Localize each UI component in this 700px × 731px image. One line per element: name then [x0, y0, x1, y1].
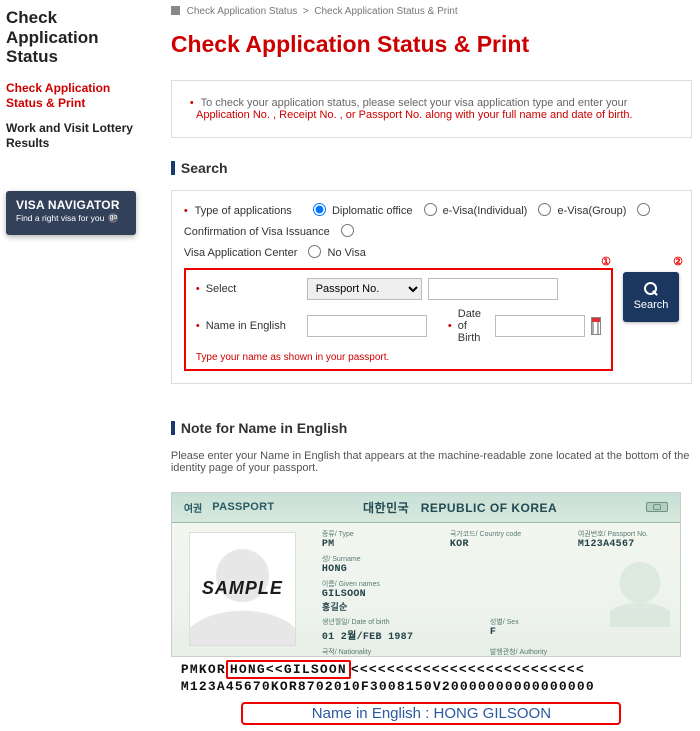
sidebar-link-lottery[interactable]: Work and Visit Lottery Results — [6, 121, 149, 151]
breadcrumb-a: Check Application Status — [187, 6, 298, 17]
type-of-app-label: Type of applications — [195, 205, 292, 217]
radio-confirmation[interactable] — [637, 203, 650, 216]
section-heading-note: Note for Name in English — [181, 420, 347, 436]
highlight-box-1: ① ② • Select Passport No. • Name in Engl… — [184, 268, 613, 371]
pp-kr-label: 여권 — [184, 500, 202, 515]
name-label: Name in English — [206, 320, 301, 332]
sidebar-link-status-print[interactable]: Check Application Status & Print — [6, 81, 149, 111]
promo-title: VISA NAVIGATOR — [16, 198, 126, 212]
sidebar-title: Check Application Status — [6, 8, 149, 67]
radio-vac[interactable] — [341, 224, 354, 237]
search-button-label: Search — [634, 299, 669, 311]
name-english-callout: Name in English : HONG GILSOON — [241, 702, 621, 725]
breadcrumb-b: Check Application Status & Print — [314, 6, 457, 17]
doc-number-input[interactable] — [428, 278, 558, 300]
chip-icon — [646, 502, 668, 512]
section-bar-icon — [171, 161, 175, 175]
name-english-input[interactable] — [307, 315, 427, 337]
calendar-icon[interactable] — [591, 317, 601, 335]
opt-confirm: Confirmation of Visa Issuance — [184, 226, 330, 238]
sample-watermark: SAMPLE — [202, 578, 283, 599]
passport-photo: SAMPLE — [190, 533, 295, 645]
select-doc-type[interactable]: Passport No. — [307, 278, 422, 300]
marker-1: ① — [601, 255, 611, 268]
mrz-lines: PMKORHONG<<GILSOON<<<<<<<<<<<<<<<<<<<<<<… — [171, 657, 681, 698]
marker-2: ② — [673, 255, 683, 268]
go-icon: go — [108, 213, 118, 223]
name-hint: Type your name as shown in your passport… — [196, 352, 601, 363]
promo-subtitle: Find a right visa for you — [16, 213, 104, 223]
visa-navigator-promo[interactable]: VISA NAVIGATOR Find a right visa for you… — [6, 191, 136, 235]
home-icon — [171, 6, 180, 15]
page-title: Check Application Status & Print — [171, 31, 692, 58]
section-heading-search: Search — [181, 160, 228, 176]
select-label: Select — [206, 283, 301, 295]
search-button[interactable]: Search — [623, 272, 679, 322]
radio-no-visa[interactable] — [308, 245, 321, 258]
opt-novisa: No Visa — [328, 247, 366, 259]
opt-vac: Visa Application Center — [184, 247, 298, 259]
note-text: Please enter your Name in English that a… — [171, 450, 692, 474]
search-panel: • Type of applications Diplomatic office… — [171, 190, 692, 384]
radio-evisa-group[interactable] — [538, 203, 551, 216]
pp-country-kr: 대한민국 — [363, 501, 409, 515]
dob-input[interactable] — [495, 315, 585, 337]
search-icon — [644, 282, 658, 296]
notice-line2: Application No. , Receipt No. , or Passp… — [196, 109, 633, 121]
pp-country-en: REPUBLIC OF KOREA — [421, 501, 558, 515]
radio-evisa-individual[interactable] — [424, 203, 437, 216]
pp-en-label: PASSPORT — [212, 501, 274, 513]
section-bar-icon — [171, 421, 175, 435]
opt-evisa-grp: e-Visa(Group) — [557, 205, 626, 217]
radio-diplomatic[interactable] — [313, 203, 326, 216]
notice-line1: To check your application status, please… — [201, 97, 628, 109]
notice-box: • To check your application status, plea… — [171, 80, 692, 138]
opt-evisa-ind: e-Visa(Individual) — [443, 205, 528, 217]
dob-label: Date of Birth — [458, 308, 489, 344]
breadcrumb: Check Application Status > Check Applica… — [171, 6, 692, 17]
mrz-name-highlight: HONG<<GILSOON — [226, 660, 351, 679]
passport-sample: 여권 PASSPORT 대한민국 REPUBLIC OF KOREA SAMPL… — [171, 492, 681, 657]
opt-diplomatic: Diplomatic office — [332, 205, 413, 217]
